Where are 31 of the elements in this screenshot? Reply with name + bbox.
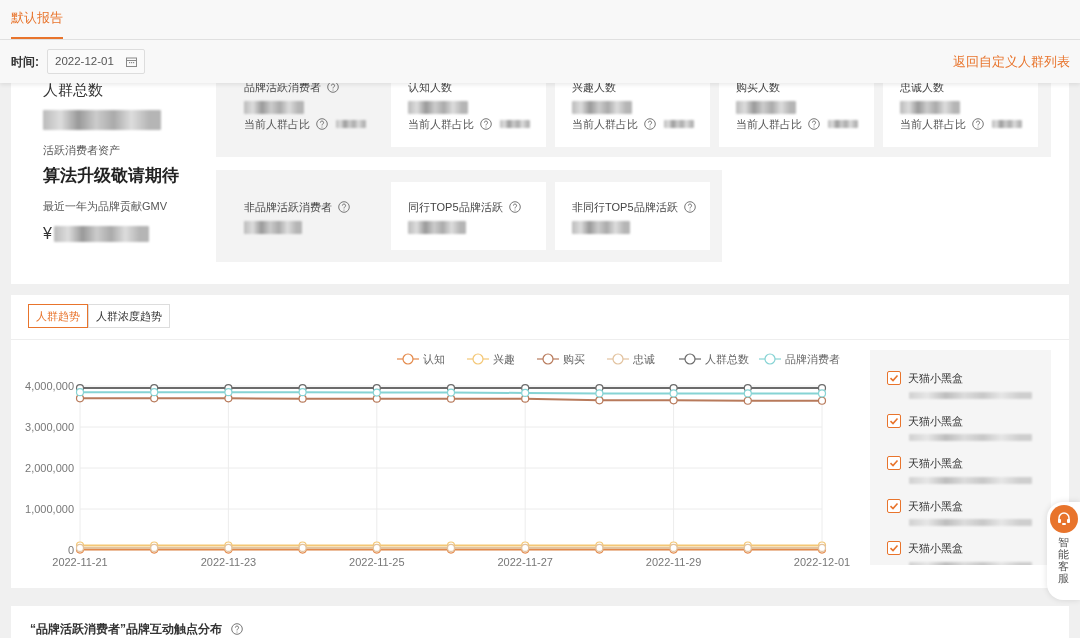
metric-label: 最近一年为品牌贡献GMV	[43, 198, 169, 214]
ratio-label: 当前人群占比	[736, 116, 802, 132]
axis-label: 4,000,000	[25, 380, 74, 392]
checkbox-label: 天猫小黑盒	[908, 498, 963, 514]
checkbox-label: 天猫小黑盒	[908, 413, 963, 429]
currency-symbol: ¥	[43, 224, 52, 244]
checkbox-label: 天猫小黑盒	[908, 541, 963, 556]
section-title: “品牌活跃消费者”品牌互动触点分布	[30, 621, 222, 638]
metric-value: 算法升级敬请期待	[43, 165, 180, 187]
ratio-label: 当前人群占比	[408, 116, 474, 132]
metric-label: 活跃消费者资产	[43, 142, 121, 158]
metric-label: 非品牌活跃消费者	[244, 200, 332, 215]
axis-label: 2022-11-29	[645, 556, 702, 568]
axis-label: 2022-11-21	[52, 556, 108, 568]
ratio-label: 当前人群占比	[572, 116, 638, 132]
ratio-label: 当前人群占比	[244, 116, 310, 132]
axis-label: 2022-11-23	[200, 556, 257, 568]
axis-label: 2022-11-27	[497, 556, 553, 568]
axis-label: 2022-11-25	[349, 556, 405, 568]
checkbox-label: 天猫小黑盒	[908, 456, 963, 471]
axis-label: 2022-12-01	[793, 556, 851, 568]
axis-label: 0	[67, 544, 74, 556]
axis-label: 3,000,000	[25, 421, 74, 433]
ratio-label: 当前人群占比	[900, 116, 966, 132]
axis-label: 1,000,000	[25, 503, 74, 515]
metric-label: 同行TOP5品牌活跃	[408, 200, 503, 215]
axis-label: 2,000,000	[25, 462, 74, 474]
metric-label: 非同行TOP5品牌活跃	[572, 200, 678, 215]
field-label: 时间:	[11, 53, 39, 71]
section-title: 人群总数	[43, 80, 104, 100]
checkbox-label: 天猫小黑盒	[908, 371, 963, 386]
